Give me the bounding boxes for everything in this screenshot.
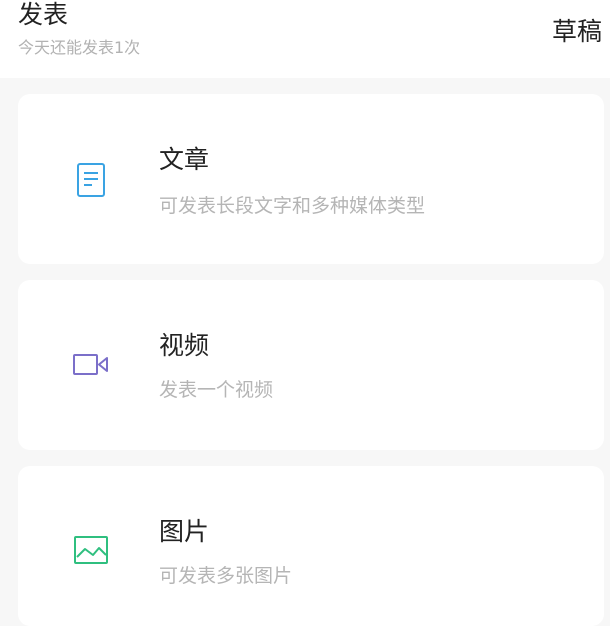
image-card[interactable]: 图片 可发表多张图片 [18,466,604,626]
video-card-description: 发表一个视频 [159,379,274,401]
image-card-description: 可发表多张图片 [159,565,293,587]
video-card[interactable]: 视频 发表一个视频 [18,280,604,450]
document-icon [73,162,109,198]
video-card-title: 视频 [159,331,210,360]
article-card-title: 文章 [159,145,210,174]
video-camera-icon [73,347,109,383]
image-icon [73,532,109,568]
drafts-button[interactable]: 草稿 [552,16,602,48]
article-card-description: 可发表长段文字和多种媒体类型 [159,195,426,217]
page-title: 发表 [18,0,69,29]
publish-quota-text: 今天还能发表1次 [18,38,141,57]
header: 发表 今天还能发表1次 草稿 [0,0,610,78]
article-card[interactable]: 文章 可发表长段文字和多种媒体类型 [18,94,604,264]
image-card-title: 图片 [159,517,210,546]
